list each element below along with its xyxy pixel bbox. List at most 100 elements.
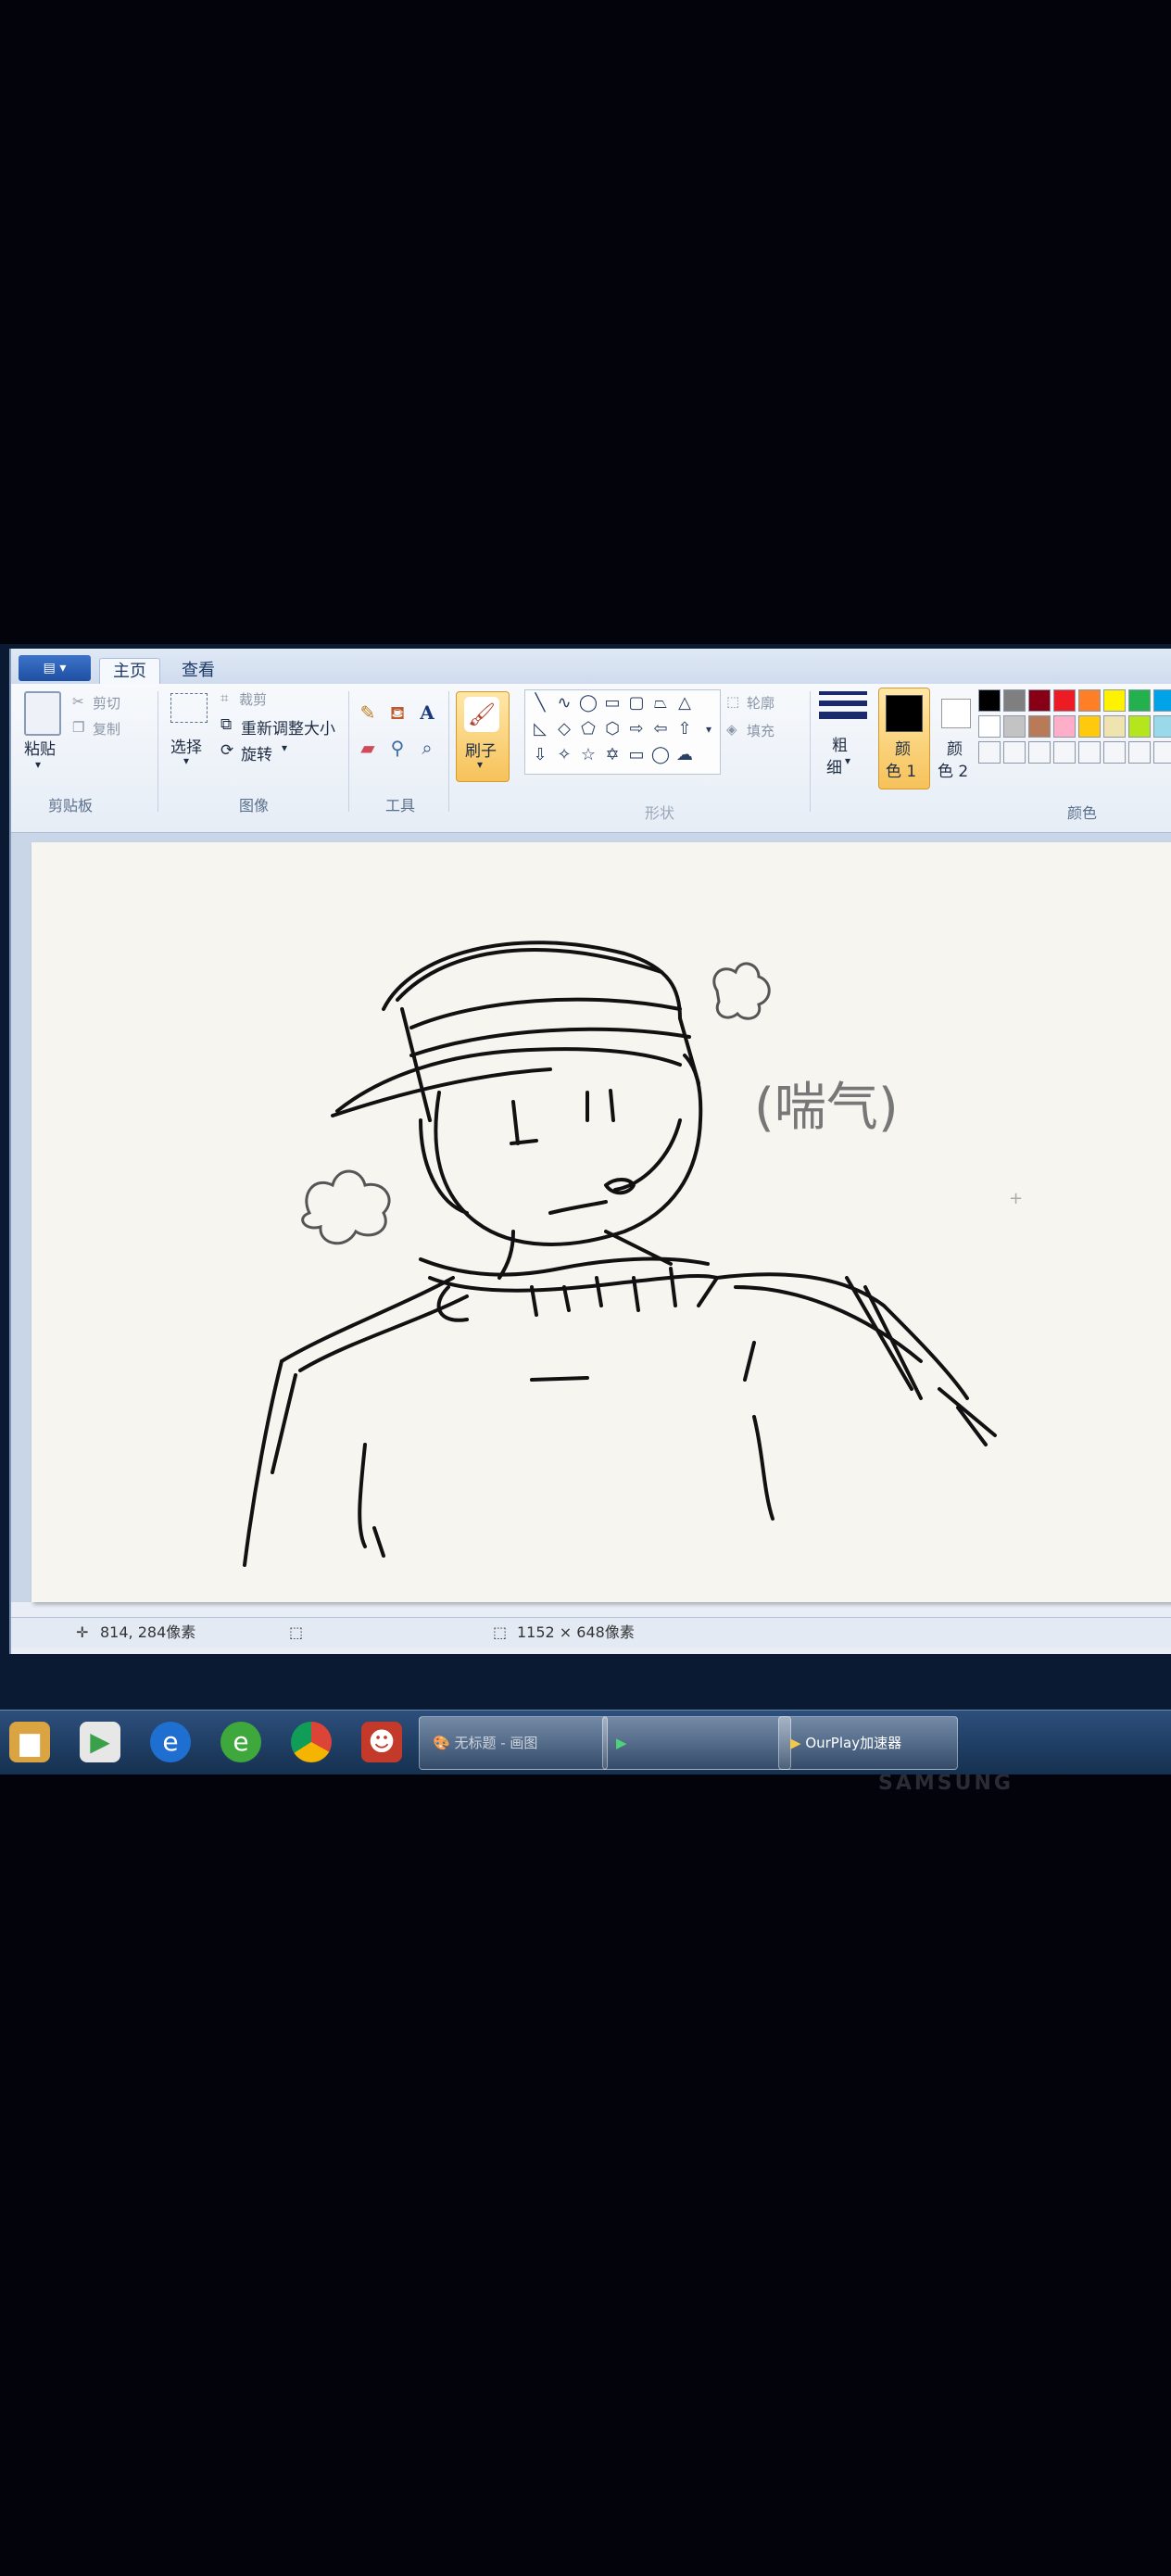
palette-swatch[interactable] — [1153, 689, 1171, 712]
select-dropdown-icon[interactable]: ▾ — [183, 754, 189, 767]
select-icon[interactable] — [170, 693, 208, 723]
drawing-canvas[interactable]: (喘气) + — [31, 842, 1171, 1602]
palette-swatch[interactable] — [1103, 689, 1126, 712]
left-arrow-shape-icon[interactable]: ⇦ — [649, 718, 672, 740]
palette-swatch[interactable] — [1078, 715, 1101, 738]
palette-row-2 — [978, 715, 1171, 741]
taskbar-paint-window[interactable]: 🎨 无标题 - 画图 — [419, 1716, 608, 1770]
fill-button[interactable]: 填充 — [747, 721, 774, 740]
diamond-shape-icon[interactable]: ◇ — [553, 718, 575, 740]
palette-swatch[interactable] — [1153, 715, 1171, 738]
paste-button[interactable]: 粘贴 — [24, 736, 56, 759]
face-outline-stroke — [419, 1118, 469, 1215]
palette-swatch[interactable] — [978, 741, 1001, 764]
collar-fold-stroke — [697, 1276, 719, 1307]
taskbar: ▆ ▶ e e ☻ 🎨 无标题 - 画图 ▶ ▶ OurPlay加速器 — [0, 1710, 1171, 1774]
four-point-star-shape-icon[interactable]: ✧ — [553, 744, 575, 766]
cut-button[interactable]: 剪切 — [93, 693, 120, 713]
taskbar-play-store-window[interactable]: ▶ — [602, 1716, 791, 1770]
rounded-rectangle-shape-icon[interactable]: ▢ — [625, 692, 648, 714]
hexagon-shape-icon[interactable]: ⬡ — [601, 718, 623, 740]
canvas-annotation-text: (喘气) — [754, 1078, 899, 1138]
triangle-shape-icon[interactable]: △ — [674, 692, 696, 714]
palette-swatch[interactable] — [978, 689, 1001, 712]
paste-dropdown-icon[interactable]: ▾ — [35, 758, 41, 771]
magnifier-icon[interactable]: ⌕ — [415, 736, 439, 760]
taskbar-ourplay-window[interactable]: ▶ OurPlay加速器 — [778, 1716, 958, 1770]
text-tool-icon[interactable]: A — [415, 701, 439, 725]
palette-swatch[interactable] — [1103, 741, 1126, 764]
up-arrow-shape-icon[interactable]: ⇧ — [674, 718, 696, 740]
palette-swatch[interactable] — [1028, 715, 1051, 738]
edge-icon[interactable]: e — [150, 1722, 191, 1762]
right-arrow-shape-icon[interactable]: ⇨ — [625, 718, 648, 740]
oval-shape-icon[interactable]: ◯ — [577, 692, 599, 714]
color1-label-1: 颜 — [895, 740, 911, 759]
rotate-dropdown-icon[interactable]: ▾ — [282, 741, 287, 754]
palette-swatch[interactable] — [1003, 741, 1026, 764]
group-colors: 颜色 — [1067, 804, 1098, 822]
chrome-icon[interactable] — [291, 1722, 332, 1762]
game-character-icon[interactable]: ☻ — [361, 1722, 402, 1762]
tab-home[interactable]: 主页 — [99, 658, 160, 685]
selection-size-icon: ⬚ — [289, 1623, 304, 1641]
copy-button[interactable]: 复制 — [93, 719, 120, 739]
mouth-stroke — [548, 1200, 608, 1215]
five-point-star-shape-icon[interactable]: ☆ — [577, 744, 599, 766]
outline-button[interactable]: 轮廓 — [747, 693, 774, 713]
tab-view[interactable]: 查看 — [169, 658, 228, 684]
shapes-more-icon[interactable]: ▾ — [698, 718, 720, 740]
color-picker-icon[interactable]: ⚲ — [385, 736, 409, 760]
size-dropdown-icon[interactable]: ▾ — [845, 754, 850, 767]
media-player-icon[interactable]: ▶ — [80, 1722, 120, 1762]
eraser-icon[interactable]: ▰ — [356, 736, 380, 760]
palette-swatch[interactable] — [1028, 741, 1051, 764]
crop-button[interactable]: 裁剪 — [239, 689, 267, 709]
ie-icon[interactable]: e — [220, 1722, 261, 1762]
line-shape-icon[interactable]: ╲ — [529, 692, 551, 714]
paste-icon[interactable] — [24, 691, 61, 736]
pentagon-shape-icon[interactable]: ⬠ — [577, 718, 599, 740]
callout-oval-shape-icon[interactable]: ◯ — [649, 744, 672, 766]
resize-button[interactable]: 重新调整大小 — [241, 715, 335, 739]
fill-bucket-icon[interactable]: ⛾ — [385, 701, 409, 725]
palette-swatch[interactable] — [1078, 741, 1101, 764]
callout-rect-shape-icon[interactable]: ▭ — [625, 744, 648, 766]
group-tools: 工具 — [385, 797, 416, 814]
palette-swatch[interactable] — [1128, 715, 1151, 738]
drawing-sketch: (喘气) + — [243, 941, 1023, 1567]
palette-swatch[interactable] — [1053, 741, 1076, 764]
pencil-icon[interactable]: ✎ — [356, 701, 380, 725]
right-triangle-shape-icon[interactable]: ◺ — [529, 718, 551, 740]
rectangle-shape-icon[interactable]: ▭ — [601, 692, 623, 714]
palette-swatch[interactable] — [1053, 715, 1076, 738]
palette-swatch[interactable] — [1053, 689, 1076, 712]
palette-swatch[interactable] — [1028, 689, 1051, 712]
palette-swatch[interactable] — [978, 715, 1001, 738]
callout-cloud-shape-icon[interactable]: ☁ — [674, 744, 696, 766]
rotate-button[interactable]: 旋转 — [241, 741, 272, 764]
size-line-2 — [819, 701, 867, 706]
polygon-shape-icon[interactable]: ⏢ — [649, 692, 672, 714]
palette-swatch[interactable] — [1153, 741, 1171, 764]
app-menu-button[interactable]: ▤ ▾ — [19, 655, 91, 681]
palette-swatch[interactable] — [1003, 689, 1026, 712]
down-arrow-shape-icon[interactable]: ⇩ — [529, 744, 551, 766]
palette-swatch[interactable] — [1128, 689, 1151, 712]
folder-icon[interactable]: ▆ — [9, 1722, 50, 1762]
palette-swatch[interactable] — [1003, 715, 1026, 738]
color2-swatch[interactable] — [941, 699, 971, 728]
curve-shape-icon[interactable]: ∿ — [553, 692, 575, 714]
size-label-1[interactable]: 粗 — [832, 732, 848, 755]
size-label-2[interactable]: 细 — [826, 754, 842, 777]
palette-swatch[interactable] — [1128, 741, 1151, 764]
outline-icon: ⬚ — [726, 693, 740, 710]
play-store-icon: ▶ — [616, 1735, 627, 1751]
cap-top-stroke — [396, 948, 663, 1002]
right-shoulder-stroke — [734, 1285, 923, 1363]
cursor-position-icon: ✛ — [76, 1623, 89, 1641]
palette-swatch[interactable] — [1078, 689, 1101, 712]
palette-swatch[interactable] — [1103, 715, 1126, 738]
six-point-star-shape-icon[interactable]: ✡ — [601, 744, 623, 766]
group-image: 图像 — [239, 797, 270, 814]
